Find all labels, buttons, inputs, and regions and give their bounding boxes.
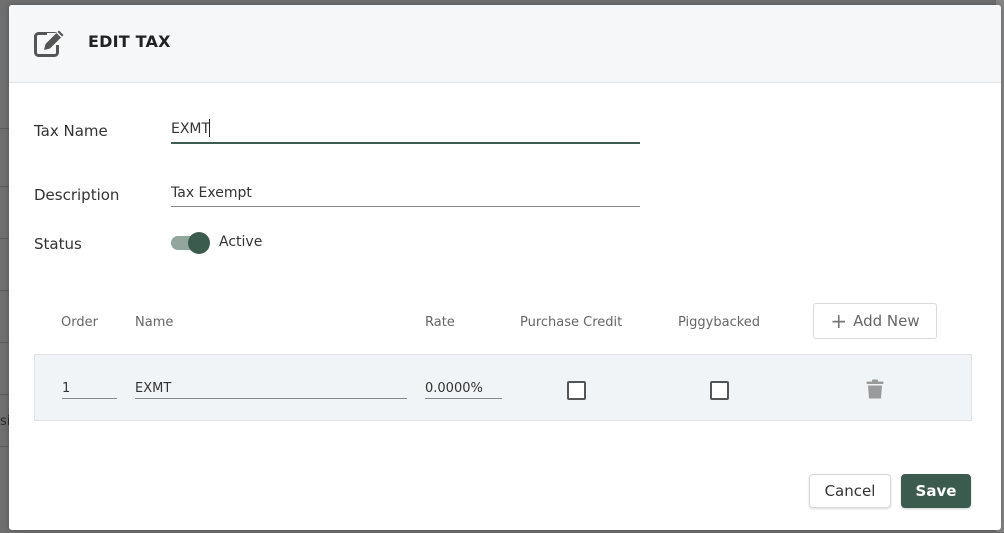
status-toggle[interactable] [171, 232, 211, 254]
description-input[interactable] [171, 180, 640, 207]
description-label: Description [34, 186, 120, 204]
add-new-label: Add New [853, 312, 920, 330]
trash-icon[interactable] [866, 379, 884, 399]
column-header-piggybacked: Piggybacked [678, 315, 761, 330]
column-header-purchase-credit: Purchase Credit [520, 315, 623, 330]
column-header-rate: Rate [425, 315, 455, 330]
order-input[interactable] [62, 378, 117, 399]
status-toggle-label: Active [219, 234, 263, 250]
purchase-credit-checkbox[interactable] [567, 381, 586, 400]
rate-input[interactable] [425, 378, 502, 399]
add-new-button[interactable]: + Add New [813, 303, 937, 339]
dialog-header: EDIT TAX [9, 5, 1001, 83]
row-name-input[interactable] [135, 378, 407, 399]
column-header-order: Order [61, 315, 98, 330]
status-label: Status [34, 235, 82, 253]
column-header-name: Name [135, 315, 174, 330]
piggybacked-checkbox[interactable] [710, 381, 729, 400]
edit-icon [34, 30, 64, 57]
cancel-button[interactable]: Cancel [809, 474, 891, 508]
dialog-title: EDIT TAX [88, 32, 171, 51]
save-button[interactable]: Save [901, 474, 971, 508]
toggle-knob [188, 232, 210, 254]
edit-tax-dialog: EDIT TAX Tax Name Description Status Act… [9, 5, 1001, 530]
tax-name-label: Tax Name [34, 122, 108, 140]
tax-name-input[interactable] [171, 116, 640, 144]
text-caret [209, 119, 210, 137]
table-row [34, 354, 972, 421]
plus-icon: + [830, 309, 848, 333]
